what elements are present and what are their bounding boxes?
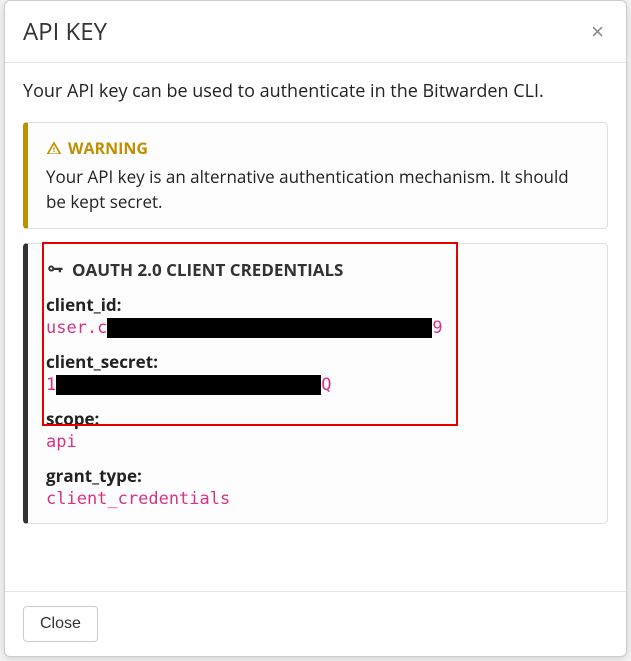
client-id-suffix: 9 bbox=[432, 318, 442, 338]
modal-footer: Close bbox=[5, 591, 626, 656]
scope-field: scope: api bbox=[46, 407, 589, 452]
client-id-redacted bbox=[107, 318, 432, 338]
credentials-box: OAUTH 2.0 CLIENT CREDENTIALS client_id: … bbox=[23, 243, 608, 524]
close-icon: × bbox=[591, 19, 604, 44]
warning-title: WARNING bbox=[68, 137, 148, 159]
client-secret-value: 1 Q bbox=[46, 375, 589, 395]
warning-icon bbox=[46, 140, 62, 156]
grant-type-value: client_credentials bbox=[46, 489, 589, 509]
client-secret-suffix: Q bbox=[321, 375, 331, 395]
api-key-modal: API KEY × Your API key can be used to au… bbox=[4, 0, 627, 657]
warning-text: Your API key is an alternative authentic… bbox=[46, 165, 589, 214]
client-secret-redacted bbox=[56, 375, 321, 395]
credentials-title-row: OAUTH 2.0 CLIENT CREDENTIALS bbox=[46, 258, 589, 281]
modal-title: API KEY bbox=[23, 15, 107, 48]
credentials-title: OAUTH 2.0 CLIENT CREDENTIALS bbox=[72, 258, 343, 281]
close-icon-button[interactable]: × bbox=[587, 21, 608, 43]
modal-header: API KEY × bbox=[5, 1, 626, 63]
client-secret-label: client_secret: bbox=[46, 350, 589, 373]
client-id-prefix: user.c bbox=[46, 318, 107, 338]
warning-title-row: WARNING bbox=[46, 137, 589, 159]
client-id-field: client_id: user.c 9 bbox=[46, 293, 589, 338]
scope-label: scope: bbox=[46, 407, 589, 430]
client-secret-prefix: 1 bbox=[46, 375, 56, 395]
client-id-value: user.c 9 bbox=[46, 318, 589, 338]
close-button[interactable]: Close bbox=[23, 606, 98, 642]
warning-callout: WARNING Your API key is an alternative a… bbox=[23, 122, 608, 229]
client-id-label: client_id: bbox=[46, 293, 589, 316]
scope-value: api bbox=[46, 432, 589, 452]
key-icon bbox=[46, 261, 64, 279]
client-secret-field: client_secret: 1 Q bbox=[46, 350, 589, 395]
grant-type-label: grant_type: bbox=[46, 464, 589, 487]
grant-type-field: grant_type: client_credentials bbox=[46, 464, 589, 509]
modal-body: Your API key can be used to authenticate… bbox=[5, 63, 626, 591]
api-key-description: Your API key can be used to authenticate… bbox=[23, 79, 608, 104]
